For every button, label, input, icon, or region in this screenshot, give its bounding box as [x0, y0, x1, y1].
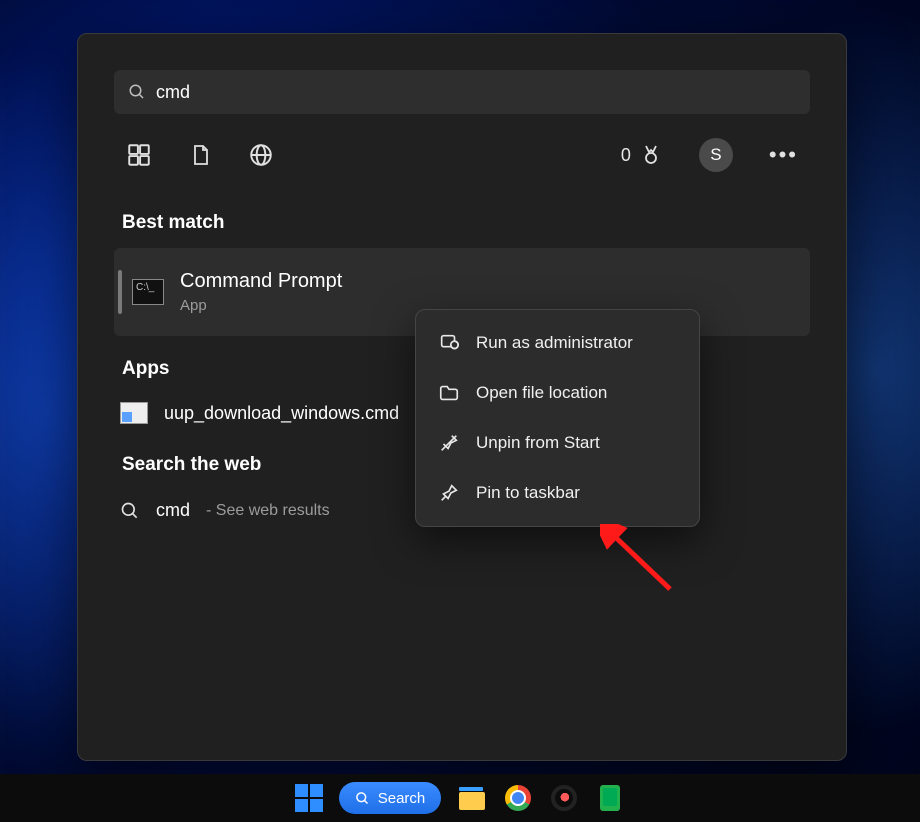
ctx-open-file-location[interactable]: Open file location [420, 368, 695, 418]
search-box[interactable] [114, 70, 810, 114]
apps-result-name: uup_download_windows.cmd [164, 403, 399, 424]
filter-row: 0 S ••• [114, 138, 810, 172]
web-query: cmd [156, 500, 190, 521]
web-hint: - See web results [206, 502, 330, 520]
more-options-icon[interactable]: ••• [769, 142, 798, 168]
ctx-label: Run as administrator [476, 333, 633, 353]
folder-icon [438, 382, 460, 404]
unpin-icon [438, 432, 460, 454]
filter-web-icon[interactable] [248, 142, 274, 168]
rewards-indicator[interactable]: 0 [621, 143, 663, 167]
ctx-label: Open file location [476, 383, 607, 403]
taskbar-phonelink-icon[interactable] [595, 783, 625, 813]
shield-icon [438, 332, 460, 354]
taskbar-chrome-icon[interactable] [503, 783, 533, 813]
ctx-pin-to-taskbar[interactable]: Pin to taskbar [420, 468, 695, 518]
rewards-points: 0 [621, 145, 631, 166]
taskbar-opera-icon[interactable] [549, 783, 579, 813]
search-icon [120, 501, 140, 521]
best-match-subtitle: App [180, 297, 342, 314]
command-prompt-icon: C:\_ [132, 279, 164, 305]
start-button[interactable] [295, 784, 323, 812]
ctx-label: Pin to taskbar [476, 483, 580, 503]
section-best-match: Best match [122, 212, 810, 234]
avatar-letter: S [710, 145, 721, 165]
filter-documents-icon[interactable] [188, 142, 212, 168]
selection-indicator [118, 270, 122, 314]
ctx-run-as-admin[interactable]: Run as administrator [420, 318, 695, 368]
pin-icon [438, 482, 460, 504]
ctx-unpin-from-start[interactable]: Unpin from Start [420, 418, 695, 468]
search-icon [355, 791, 370, 806]
taskbar-search-label: Search [378, 790, 426, 807]
filter-apps-icon[interactable] [126, 142, 152, 168]
taskbar: Search [0, 774, 920, 822]
cmd-file-icon [120, 402, 148, 424]
taskbar-search-button[interactable]: Search [339, 782, 442, 814]
medal-icon [639, 143, 663, 167]
context-menu: Run as administrator Open file location … [415, 309, 700, 527]
ctx-label: Unpin from Start [476, 433, 600, 453]
taskbar-explorer-icon[interactable] [457, 783, 487, 813]
user-avatar[interactable]: S [699, 138, 733, 172]
search-input[interactable] [156, 82, 796, 103]
search-icon [128, 83, 146, 101]
best-match-title: Command Prompt [180, 270, 342, 293]
